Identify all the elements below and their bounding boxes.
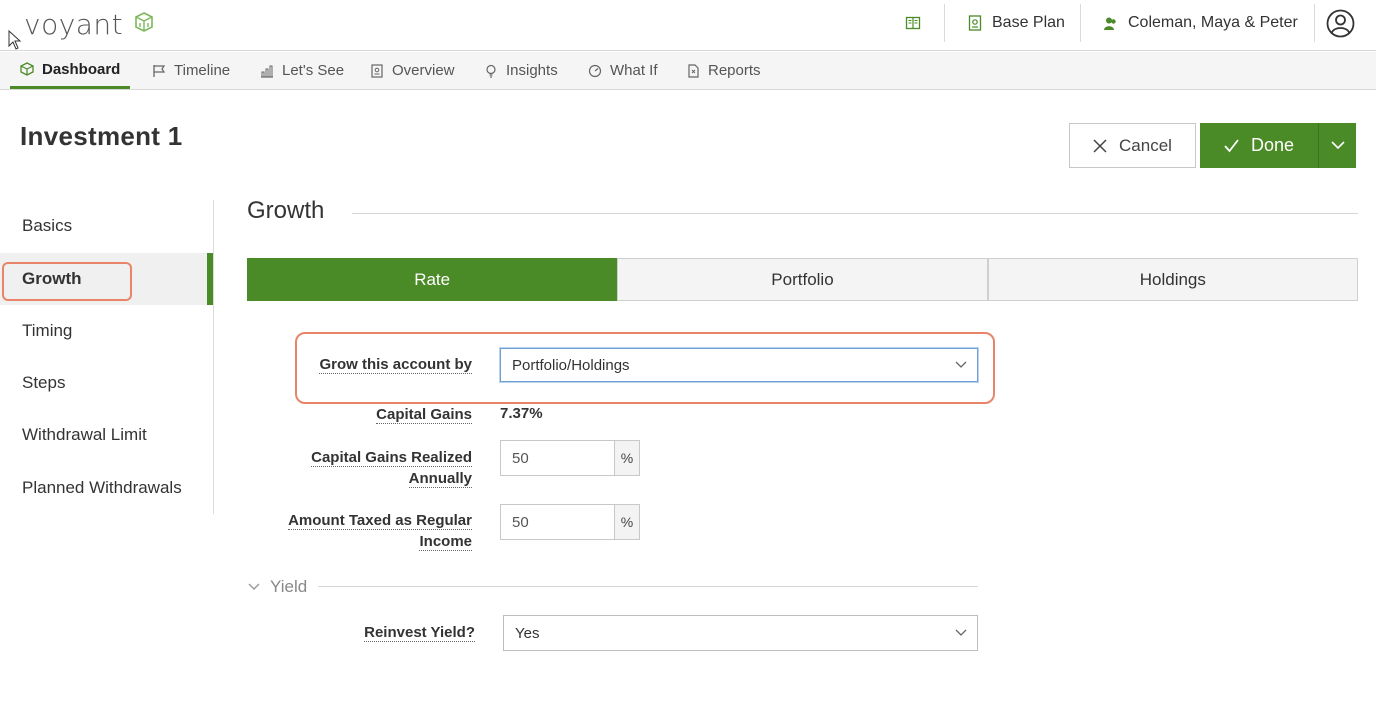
amount-taxed-field[interactable]: 50 <box>500 504 615 540</box>
report-icon <box>688 63 699 78</box>
nav-label: Dashboard <box>42 60 121 78</box>
nav-reports[interactable]: Reports <box>676 52 771 89</box>
chevron-down-icon <box>955 629 967 636</box>
grow-account-select[interactable]: Portfolio/Holdings <box>500 348 978 382</box>
percent-unit: % <box>615 440 640 476</box>
tab-holdings[interactable]: Holdings <box>987 258 1358 301</box>
reinvest-yield-value: Yes <box>515 624 540 642</box>
nav-insights[interactable]: Insights <box>474 52 568 89</box>
main-nav: Dashboard Timeline Let's See Overview In… <box>0 52 1376 90</box>
tab-label: Holdings <box>1139 269 1206 289</box>
yield-label: Yield <box>270 577 308 596</box>
chevron-down-icon <box>1330 141 1345 150</box>
close-icon <box>1093 138 1107 153</box>
section-sidebar: Basics Growth Timing Steps Withdrawal Li… <box>0 200 214 514</box>
voyant-logo[interactable]: voyant <box>24 8 123 41</box>
sidebar-item-steps[interactable]: Steps <box>0 357 213 409</box>
nav-dashboard[interactable]: Dashboard <box>10 52 131 89</box>
tab-label: Rate <box>414 269 451 289</box>
sidebar-item-withdrawal-limit[interactable]: Withdrawal Limit <box>0 409 213 461</box>
document-icon <box>371 63 383 78</box>
grow-account-label: Grow this account by <box>319 356 472 374</box>
nav-label: Overview <box>392 62 455 79</box>
chevron-down-icon <box>248 583 260 590</box>
plan-label: Base Plan <box>992 14 1065 31</box>
nav-label: Timeline <box>174 62 231 79</box>
sidebar-item-label: Timing <box>22 321 73 340</box>
nav-timeline[interactable]: Timeline <box>142 52 240 89</box>
capital-gains-label: Capital Gains <box>376 406 472 424</box>
nav-label: Let's See <box>282 62 345 79</box>
amount-taxed-input[interactable]: 50 % <box>500 504 640 540</box>
user-account-button[interactable] <box>1326 0 1365 46</box>
grow-account-value: Portfolio/Holdings <box>512 356 630 374</box>
logo-mark-icon <box>135 12 153 32</box>
capital-gains-realized-input[interactable]: 50 % <box>500 440 640 476</box>
nav-label: What If <box>610 62 658 79</box>
yield-divider <box>318 586 978 587</box>
client-selector[interactable]: Coleman, Maya & Peter <box>1103 0 1298 46</box>
cancel-label: Cancel <box>1119 135 1172 155</box>
plan-document-icon <box>968 15 982 31</box>
guide-book-button[interactable] <box>905 0 931 46</box>
nav-label: Reports <box>708 62 761 79</box>
sidebar-item-basics[interactable]: Basics <box>0 200 213 252</box>
clients-label: Coleman, Maya & Peter <box>1128 14 1298 31</box>
sidebar-item-timing[interactable]: Timing <box>0 305 213 357</box>
checkmark-icon <box>1224 138 1239 152</box>
gauge-icon <box>588 64 602 77</box>
plan-selector[interactable]: Base Plan <box>968 0 1065 46</box>
page-title: Investment 1 <box>20 121 183 151</box>
nav-label: Insights <box>506 62 558 79</box>
reinvest-yield-select[interactable]: Yes <box>503 615 978 651</box>
nav-lets-see[interactable]: Let's See <box>250 52 354 89</box>
percent-unit: % <box>615 504 640 540</box>
flag-icon <box>153 64 166 77</box>
cube-icon <box>20 62 34 76</box>
capital-gains-value: 7.37% <box>500 405 543 422</box>
capital-gains-realized-label: Capital Gains Realized Annually <box>311 449 472 488</box>
sidebar-item-label: Steps <box>22 373 66 392</box>
bar-chart-icon <box>261 65 273 78</box>
reinvest-yield-label: Reinvest Yield? <box>364 624 475 642</box>
book-icon <box>905 16 921 30</box>
nav-overview[interactable]: Overview <box>360 52 465 89</box>
capital-gains-realized-field[interactable]: 50 <box>500 440 615 476</box>
cancel-button[interactable]: Cancel <box>1069 123 1196 168</box>
growth-tabs: Rate Portfolio Holdings <box>247 258 1358 301</box>
sidebar-item-planned-withdrawals[interactable]: Planned Withdrawals <box>0 462 213 514</box>
user-profile-icon <box>1326 9 1355 37</box>
done-options-button[interactable] <box>1318 123 1356 168</box>
lightbulb-icon <box>486 64 496 78</box>
tab-portfolio[interactable]: Portfolio <box>617 258 988 301</box>
sidebar-item-label: Planned Withdrawals <box>22 478 182 497</box>
section-title: Growth <box>247 197 325 224</box>
nav-what-if[interactable]: What If <box>578 52 668 89</box>
section-divider <box>352 213 1358 214</box>
sidebar-active-indicator <box>207 253 213 305</box>
tab-rate[interactable]: Rate <box>247 258 618 301</box>
header-divider <box>1314 4 1315 42</box>
done-button[interactable]: Done <box>1200 123 1318 168</box>
chevron-down-icon <box>955 361 967 368</box>
done-label: Done <box>1250 135 1295 155</box>
amount-taxed-label: Amount Taxed as Regular Income <box>288 512 472 551</box>
people-icon <box>1104 17 1116 30</box>
tab-label: Portfolio <box>771 269 834 289</box>
yield-section-toggle[interactable]: Yield <box>248 577 307 597</box>
growth-highlight-outline <box>2 262 132 301</box>
sidebar-item-label: Basics <box>22 216 73 235</box>
header-divider <box>1080 4 1081 42</box>
header-divider <box>944 4 945 42</box>
top-header: voyant Base Plan Coleman, Maya & Peter <box>0 0 1376 51</box>
sidebar-item-label: Withdrawal Limit <box>22 425 147 444</box>
mouse-cursor-icon <box>8 30 22 50</box>
